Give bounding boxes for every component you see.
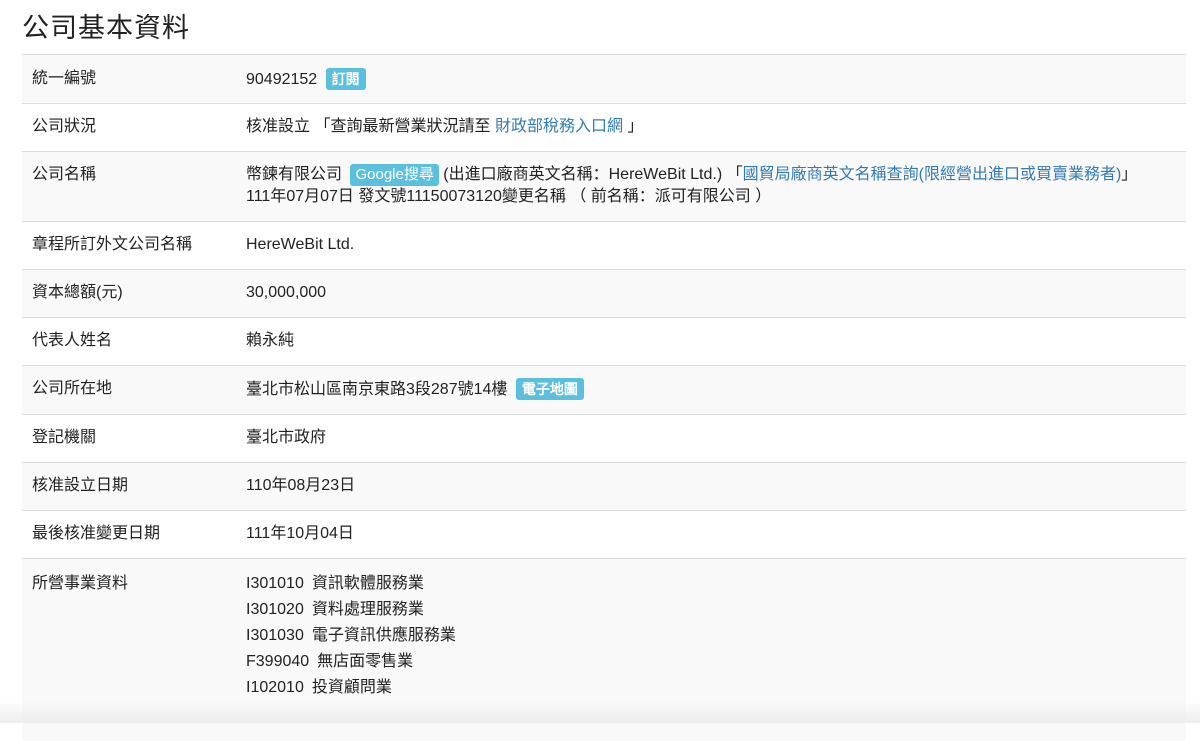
status-value: 核准設立 — [246, 118, 310, 135]
row-address: 公司所在地 臺北市松山區南京東路3段287號14樓 電子地圖 — [22, 366, 1186, 415]
change-date-value: 111年10月04日 — [236, 511, 1186, 559]
field-label: 資本總額(元) — [22, 270, 236, 318]
tax-id-value: 90492152 — [246, 71, 317, 88]
page-title: 公司基本資料 — [22, 0, 1186, 54]
address-value: 臺北市松山區南京東路3段287號14樓 — [246, 381, 507, 398]
business-name: 無店面零售業 — [317, 653, 413, 670]
row-change-date: 最後核准變更日期 111年10月04日 — [22, 511, 1186, 559]
map-button[interactable]: 電子地圖 — [516, 378, 584, 400]
representative-value: 賴永純 — [236, 318, 1186, 366]
field-label: 代表人姓名 — [22, 318, 236, 366]
business-name: 資訊軟體服務業 — [312, 575, 424, 592]
field-label: 最後核准變更日期 — [22, 511, 236, 559]
field-value-cell: 核准設立 「查詢最新營業狀況請至 財政部稅務入口網 」 — [236, 104, 1186, 152]
field-value-cell: 90492152 訂閱 — [236, 55, 1186, 104]
row-capital: 資本總額(元) 30,000,000 — [22, 270, 1186, 318]
tax-portal-link[interactable]: 財政部稅務入口網 — [495, 118, 623, 135]
row-status: 公司狀況 核准設立 「查詢最新營業狀況請至 財政部稅務入口網 」 — [22, 104, 1186, 152]
status-note-close: 」 — [627, 118, 643, 135]
field-label: 統一編號 — [22, 55, 236, 104]
export-bracket-open: 「 — [727, 166, 743, 183]
business-name: 投資顧問業 — [312, 679, 392, 696]
company-info-table: 統一編號 90492152 訂閱 公司狀況 核准設立 「查詢最新營業狀況請至 財… — [22, 54, 1186, 741]
field-label: 登記機關 — [22, 415, 236, 463]
business-name: 電子資訊供應服務業 — [312, 627, 456, 644]
row-representative: 代表人姓名 賴永純 — [22, 318, 1186, 366]
authority-value: 臺北市政府 — [236, 415, 1186, 463]
row-tax-id: 統一編號 90492152 訂閱 — [22, 55, 1186, 104]
row-setup-date: 核准設立日期 110年08月23日 — [22, 463, 1186, 511]
row-authority: 登記機關 臺北市政府 — [22, 415, 1186, 463]
subscribe-button[interactable]: 訂閱 — [326, 68, 366, 90]
name-change-note: 111年07月07日 發文號11150073120變更名稱 （ 前名稱：派可有限… — [246, 186, 1176, 207]
row-company-name: 公司名稱 幣鍊有限公司 Google搜尋 (出進口廠商英文名稱：HereWeBi… — [22, 152, 1186, 222]
field-label: 公司名稱 — [22, 152, 236, 222]
status-note-open: 「查詢最新營業狀況請至 — [314, 118, 490, 135]
field-label: 公司狀況 — [22, 104, 236, 152]
business-item: I102010 投資顧問業 — [246, 675, 1176, 701]
business-name: 資料處理服務業 — [312, 601, 424, 618]
business-item: I301020 資料處理服務業 — [246, 597, 1176, 623]
field-label: 公司所在地 — [22, 366, 236, 415]
foreign-name-value: HereWeBit Ltd. — [236, 222, 1186, 270]
google-search-button[interactable]: Google搜尋 — [350, 164, 438, 186]
setup-date-value: 110年08月23日 — [236, 463, 1186, 511]
business-item: F399040 無店面零售業 — [246, 649, 1176, 675]
business-code: F399040 — [246, 649, 309, 675]
export-bracket-close: 」 — [1121, 166, 1137, 183]
export-english-name: (出進口廠商英文名稱：HereWeBit Ltd.) — [443, 166, 722, 183]
business-code: I301020 — [246, 597, 304, 623]
business-item: I301030 電子資訊供應服務業 — [246, 623, 1176, 649]
business-item: I301010 資訊軟體服務業 — [246, 571, 1176, 597]
row-foreign-name: 章程所訂外文公司名稱 HereWeBit Ltd. — [22, 222, 1186, 270]
bottom-scroll-fade — [0, 701, 1200, 723]
capital-value: 30,000,000 — [236, 270, 1186, 318]
field-value-cell: 幣鍊有限公司 Google搜尋 (出進口廠商英文名稱：HereWeBit Ltd… — [236, 152, 1186, 222]
export-query-link[interactable]: 國貿局廠商英文名稱查詢(限經營出進口或買賣業務者) — [743, 166, 1122, 183]
company-name-value: 幣鍊有限公司 — [246, 166, 342, 183]
field-label: 章程所訂外文公司名稱 — [22, 222, 236, 270]
field-value-cell: 臺北市松山區南京東路3段287號14樓 電子地圖 — [236, 366, 1186, 415]
business-code: I301030 — [246, 623, 304, 649]
field-label: 核准設立日期 — [22, 463, 236, 511]
business-code: I301010 — [246, 571, 304, 597]
company-info-page: 公司基本資料 統一編號 90492152 訂閱 公司狀況 核准設立 「查詢最新營… — [22, 0, 1186, 741]
business-code: I102010 — [246, 675, 304, 701]
